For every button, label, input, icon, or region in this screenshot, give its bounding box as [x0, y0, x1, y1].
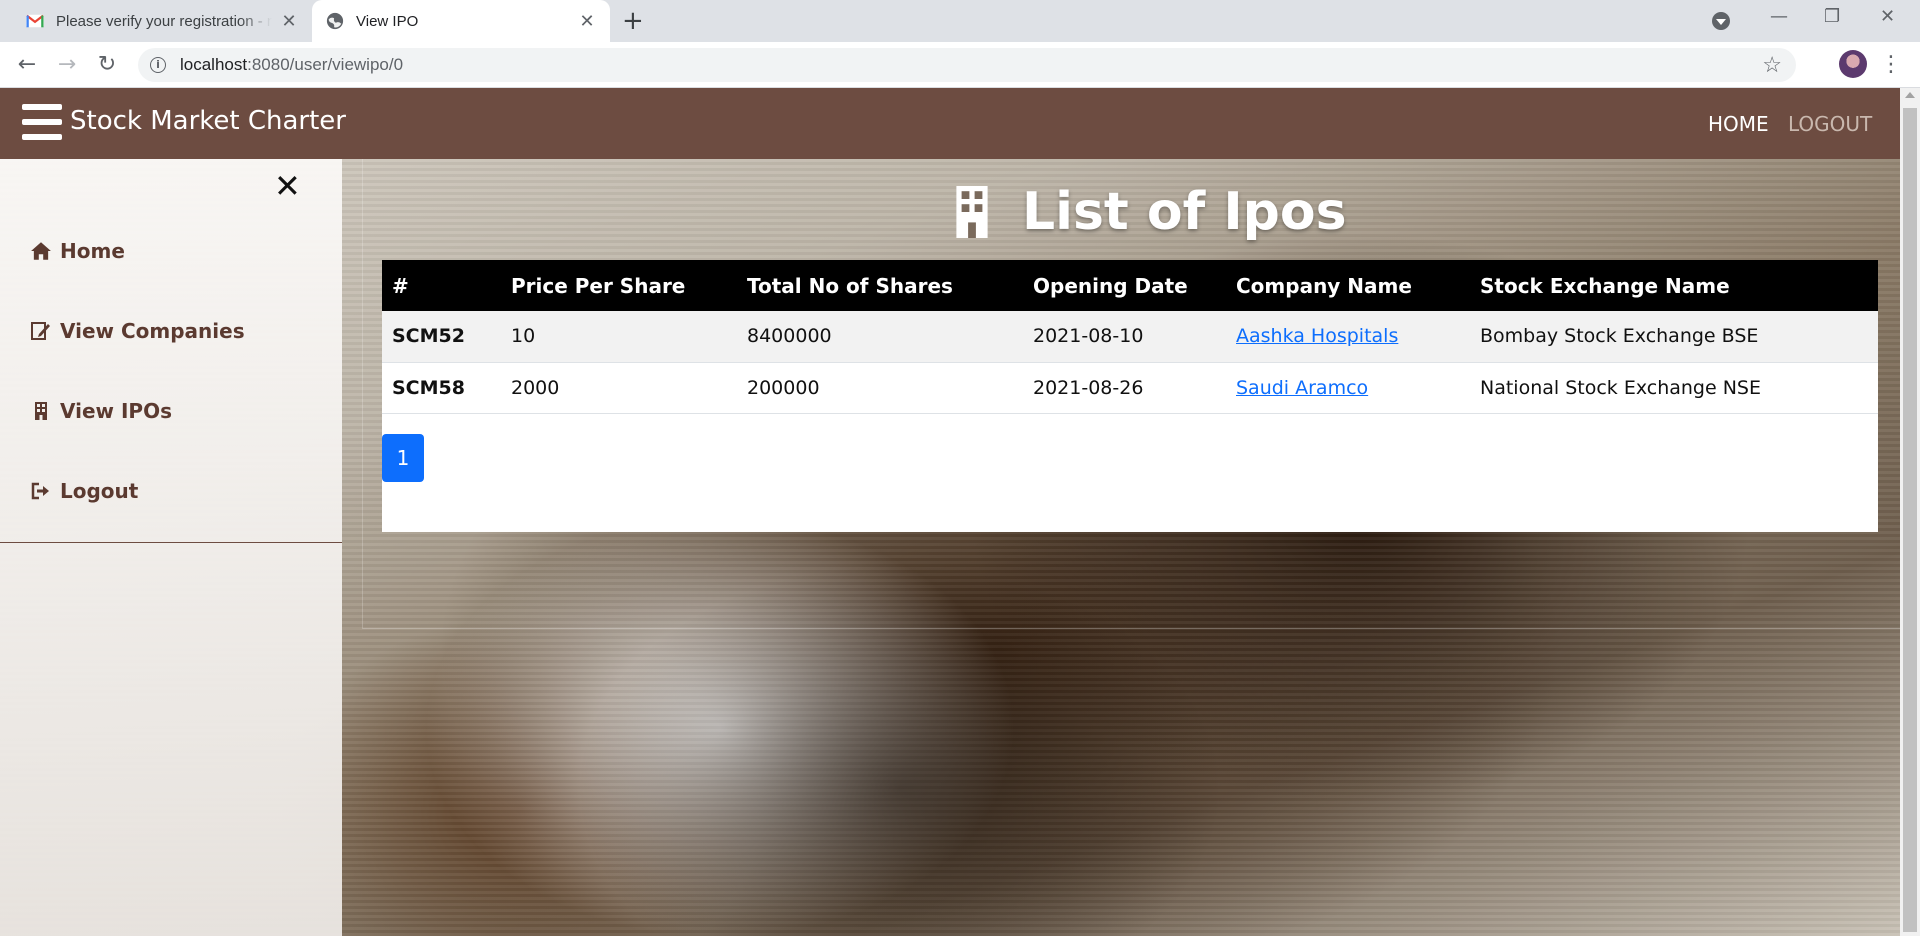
- url-path: :8080/user/viewipo/0: [247, 55, 404, 74]
- brand-title[interactable]: Stock Market Charter: [70, 106, 346, 136]
- sidebar-close-icon[interactable]: ✕: [274, 167, 301, 205]
- tab-close-icon[interactable]: ✕: [578, 11, 596, 32]
- nav-home-link[interactable]: HOME: [1708, 112, 1769, 136]
- price-cell: 2000: [501, 362, 737, 414]
- column-header: #: [392, 273, 409, 298]
- tab-search-dropdown-icon[interactable]: [1712, 12, 1730, 30]
- browser-toolbar: ← → ↻ i localhost:8080/user/viewipo/0 ☆ …: [0, 42, 1920, 88]
- pagination-page-button[interactable]: 1: [382, 434, 424, 482]
- price-cell: 10: [501, 311, 737, 363]
- page-title-text: List of Ipos: [1022, 182, 1347, 242]
- sidebar-item-label: Home: [60, 239, 125, 263]
- column-header: Total No of Shares: [747, 273, 953, 298]
- ipo-table-card: # Price Per Share Total No of Shares Ope…: [382, 260, 1878, 532]
- tab-title: Please verify your registration - n: [56, 12, 272, 30]
- exchange-cell: National Stock Exchange NSE: [1470, 362, 1878, 414]
- column-header: Stock Exchange Name: [1480, 273, 1730, 298]
- restore-icon[interactable]: ❐: [1824, 6, 1840, 27]
- back-arrow-icon[interactable]: ←: [12, 50, 42, 80]
- shares-cell: 8400000: [737, 311, 1023, 363]
- ipo-table: # Price Per Share Total No of Shares Ope…: [382, 260, 1878, 414]
- building-icon: [956, 186, 988, 238]
- tab-close-icon[interactable]: ✕: [280, 11, 298, 32]
- sidebar-item-label: Logout: [60, 479, 139, 503]
- new-tab-plus-icon[interactable]: +: [622, 8, 644, 34]
- opening-date-cell: 2021-08-10: [1023, 311, 1226, 363]
- nav-logout-link[interactable]: LOGOUT: [1788, 112, 1872, 136]
- sidebar-item-view-ipos[interactable]: View IPOs: [30, 399, 172, 423]
- sidebar-item-label: View IPOs: [60, 399, 172, 423]
- sidebar-item-logout[interactable]: Logout: [30, 479, 138, 503]
- page-title: List of Ipos: [950, 182, 1347, 242]
- window-close-icon[interactable]: ✕: [1880, 6, 1895, 27]
- tab-title: View IPO: [356, 12, 419, 30]
- sidebar-item-view-companies[interactable]: View Companies: [30, 319, 245, 343]
- profile-avatar[interactable]: [1839, 50, 1867, 78]
- company-cell: Saudi Aramco: [1226, 362, 1470, 414]
- ipo-id-cell: SCM58: [382, 362, 501, 414]
- hamburger-menu-icon[interactable]: [22, 104, 62, 140]
- opening-date-cell: 2021-08-26: [1023, 362, 1226, 414]
- sign-out-icon: [31, 482, 49, 500]
- forward-arrow-icon[interactable]: →: [52, 50, 82, 80]
- company-link[interactable]: Saudi Aramco: [1236, 377, 1368, 399]
- scroll-up-arrow-icon[interactable]: [1905, 92, 1915, 98]
- sidebar-divider: [0, 542, 342, 543]
- ipo-id-cell: SCM52: [382, 311, 501, 363]
- building-icon: [35, 402, 47, 420]
- company-cell: Aashka Hospitals: [1226, 311, 1470, 363]
- column-header: Opening Date: [1033, 273, 1188, 298]
- reload-icon[interactable]: ↻: [92, 50, 122, 80]
- globe-icon: [326, 12, 344, 30]
- minimize-icon[interactable]: —: [1770, 6, 1788, 27]
- browser-tab-gmail[interactable]: Please verify your registration - n ✕: [12, 0, 312, 42]
- table-row: SCM52 10 8400000 2021-08-10 Aashka Hospi…: [382, 311, 1878, 363]
- page-scrollbar[interactable]: [1900, 88, 1920, 936]
- browser-menu-icon[interactable]: ⋮: [1880, 50, 1902, 80]
- top-navbar: Stock Market Charter HOME LOGOUT: [0, 88, 1900, 159]
- gmail-icon: [26, 14, 44, 28]
- url-host: localhost: [180, 55, 248, 74]
- column-header: Company Name: [1236, 273, 1412, 298]
- table-row: SCM58 2000 200000 2021-08-26 Saudi Aramc…: [382, 362, 1878, 414]
- page-viewport: Stock Market Charter HOME LOGOUT ✕ Home …: [0, 88, 1920, 936]
- home-icon: [31, 242, 51, 260]
- bookmark-star-icon[interactable]: ☆: [1762, 52, 1782, 78]
- sidebar: ✕ Home View Companies View IPOs Logout: [0, 159, 342, 936]
- browser-tab-view-ipo[interactable]: View IPO ✕: [312, 0, 610, 42]
- address-bar[interactable]: i localhost:8080/user/viewipo/0 ☆: [138, 48, 1796, 82]
- browser-tab-bar: Please verify your registration - n ✕ Vi…: [0, 0, 1920, 42]
- shares-cell: 200000: [737, 362, 1023, 414]
- table-header-row: # Price Per Share Total No of Shares Ope…: [382, 260, 1878, 311]
- column-header: Price Per Share: [511, 273, 686, 298]
- sidebar-item-home[interactable]: Home: [30, 239, 125, 263]
- exchange-cell: Bombay Stock Exchange BSE: [1470, 311, 1878, 363]
- site-info-icon[interactable]: i: [150, 57, 166, 73]
- sidebar-item-label: View Companies: [60, 319, 245, 343]
- company-link[interactable]: Aashka Hospitals: [1236, 325, 1398, 347]
- scrollbar-thumb[interactable]: [1903, 108, 1917, 932]
- edit-icon: [31, 322, 50, 340]
